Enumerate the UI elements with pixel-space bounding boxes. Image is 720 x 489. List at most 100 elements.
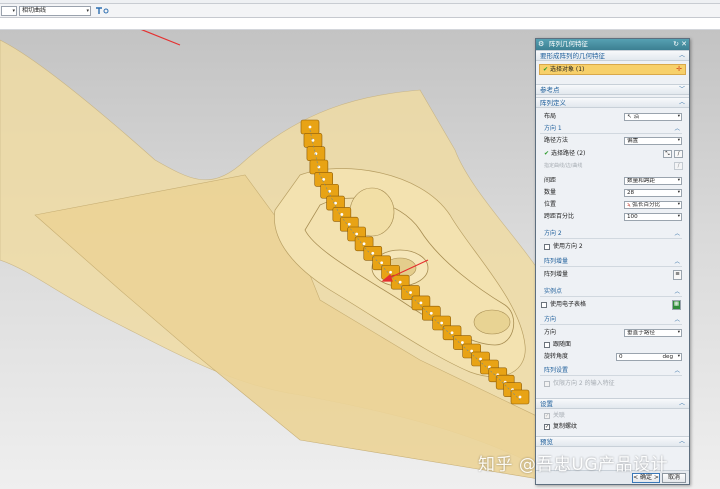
section-preview-header[interactable]: 预览 ︿ — [536, 436, 689, 447]
chevron-up-icon: ︿ — [678, 99, 685, 106]
dialog-titlebar[interactable]: ⚙ 阵列几何特征 ↻ ✕ — [536, 39, 689, 50]
instance-points-header[interactable]: 实例点 ︿ — [540, 287, 682, 297]
copy-threads-row[interactable]: ✓ 复制螺纹 — [544, 422, 682, 432]
layout-dropdown[interactable]: ↖ 沿 ▾ — [624, 113, 682, 121]
chevron-down-icon: ▾ — [12, 8, 15, 14]
pattern-increment-header[interactable]: 阵列增量 ︿ — [540, 257, 682, 267]
curve-select-icon[interactable]: ∕ — [674, 162, 683, 170]
follow-face-label: 跟随面 — [553, 341, 572, 348]
count-row: 数量 28 ▾ — [544, 188, 682, 198]
only-dir2-label: 仅限方向 2 的输入特征 — [553, 380, 615, 387]
instance-point — [440, 321, 444, 325]
pattern-increment-title: 阵列增量 — [544, 258, 569, 265]
instance-point — [398, 280, 402, 284]
span-percent-value: 100 — [627, 214, 638, 220]
position-label: 位置 — [544, 201, 557, 208]
stop-at-intersection-icon[interactable] — [94, 6, 112, 16]
position-row: 位置 ϡ 弧长百分比 ▾ — [544, 200, 682, 210]
gear-icon[interactable]: ⚙ — [538, 39, 544, 50]
chevron-down-icon: ▾ — [677, 138, 680, 143]
select-curve-label: 指定曲线/边/曲线 — [544, 163, 583, 169]
chevron-down-icon: ▾ — [677, 354, 680, 359]
select-object-row[interactable]: ✔ 选择对象 (1) ✛ — [539, 64, 686, 75]
use-direction2-row[interactable]: 使用方向 2 — [544, 242, 682, 252]
spacing-label: 间距 — [544, 177, 557, 184]
orientation-title: 方向 — [544, 316, 557, 323]
count-field[interactable]: 28 ▾ — [624, 189, 682, 197]
associative-label: 关联 — [553, 412, 566, 419]
instance-point — [308, 125, 312, 129]
chevron-up-icon: ︿ — [674, 126, 680, 132]
chevron-down-icon: ▾ — [677, 214, 680, 219]
copy-threads-checkbox[interactable]: ✓ — [544, 424, 550, 430]
follow-face-row[interactable]: 跟随面 — [544, 340, 682, 350]
curve-icon[interactable]: ∕ — [674, 150, 683, 158]
settings-title: 设置 — [540, 400, 553, 408]
direction2-header[interactable]: 方向 2 ︿ — [540, 229, 682, 239]
spreadsheet-icon[interactable]: ▦ — [672, 300, 681, 310]
orientation-dropdown[interactable]: 垂直于路径 ▾ — [624, 329, 682, 337]
position-value: 弧长百分比 — [632, 202, 661, 208]
instance-point — [362, 242, 366, 246]
instance-point — [518, 395, 522, 399]
span-percent-label: 跨距百分比 — [544, 213, 575, 220]
count-label: 数量 — [544, 189, 557, 196]
chevron-up-icon: ︿ — [674, 317, 680, 323]
rotation-field[interactable]: 0 deg ▾ — [616, 353, 682, 361]
check-icon: ✔ — [544, 150, 550, 157]
section-settings-header[interactable]: 设置 ︿ — [536, 398, 689, 409]
select-path-row[interactable]: ✔ 选择路径 (2) ⤡ ∕ — [544, 149, 683, 159]
instance-point — [409, 291, 412, 294]
chevron-up-icon: ︿ — [674, 368, 680, 374]
section-geometry-header[interactable]: 要形成阵列的几何特征 ︿ — [536, 50, 689, 61]
only-dir2-checkbox[interactable] — [544, 381, 550, 387]
rotation-unit: deg — [662, 354, 673, 360]
check-icon: ✔ — [543, 66, 549, 73]
pattern-settings-header[interactable]: 阵列设置 ︿ — [540, 366, 682, 376]
instance-point — [347, 222, 351, 226]
select-curve-row[interactable]: 指定曲线/边/曲线 ∕ — [544, 161, 683, 171]
use-direction2-label: 使用方向 2 — [553, 243, 583, 250]
associative-row[interactable]: ✓ 关联 — [544, 411, 682, 421]
increment-table-icon[interactable]: ≡ — [673, 270, 682, 280]
section-array-definition-header[interactable]: 阵列定义 ︿ — [536, 97, 689, 108]
type-filter-combo[interactable]: ▾ — [1, 6, 17, 16]
only-dir2-row[interactable]: 仅限方向 2 的输入特征 — [544, 379, 682, 389]
position-dropdown[interactable]: ϡ 弧长百分比 ▾ — [624, 201, 682, 209]
copy-threads-label: 复制螺纹 — [553, 423, 578, 430]
spacing-dropdown[interactable]: 数量和跨距 ▾ — [624, 177, 682, 185]
use-spreadsheet-checkbox[interactable] — [541, 302, 547, 308]
curve-rule-value: 相切曲线 — [22, 7, 47, 14]
span-percent-field[interactable]: 100 ▾ — [624, 213, 682, 221]
path-method-value: 偏置 — [627, 138, 639, 144]
use-direction2-checkbox[interactable] — [544, 244, 550, 250]
follow-face-checkbox[interactable] — [544, 342, 550, 348]
crosshair-icon[interactable]: ✛ — [676, 65, 682, 74]
close-icon[interactable]: ✕ — [681, 39, 687, 50]
direction1-header[interactable]: 方向 1 ︿ — [540, 124, 682, 134]
chevron-down-icon: ▾ — [677, 330, 680, 335]
array-definition-title: 阵列定义 — [540, 99, 566, 107]
chevron-down-icon: ▾ — [677, 178, 680, 183]
chevron-down-icon: ▾ — [86, 8, 89, 14]
instance-point — [334, 201, 337, 205]
pattern-increment-row: 阵列增量 ≡ — [544, 270, 682, 280]
pattern-geometry-dialog: ⚙ 阵列几何特征 ↻ ✕ 要形成阵列的几何特征 ︿ ✔ 选择对象 (1) ✛ 参… — [535, 38, 690, 485]
curve-rule-combo[interactable]: 相切曲线 ▾ — [19, 6, 91, 16]
spacing-value: 数量和跨距 — [627, 178, 655, 184]
reset-icon[interactable]: ↻ — [673, 39, 679, 50]
associative-checkbox[interactable]: ✓ — [544, 413, 550, 419]
instance-point — [355, 232, 359, 236]
path-method-label: 路径方法 — [544, 137, 569, 144]
orientation-row: 方向 垂直于路径 ▾ — [544, 328, 682, 338]
selection-bar: ▾ 相切曲线 ▾ — [0, 4, 720, 18]
section-reference-point-header[interactable]: 参考点 ﹀ — [536, 84, 689, 95]
orientation-header[interactable]: 方向 ︿ — [540, 315, 682, 325]
chevron-up-icon: ︿ — [678, 400, 685, 407]
path-method-dropdown[interactable]: 偏置 ▾ — [624, 137, 682, 145]
swap-direction-icon[interactable]: ⤡ — [663, 150, 672, 158]
pattern-increment-label: 阵列增量 — [544, 271, 569, 278]
dialog-title: 阵列几何特征 — [549, 40, 588, 48]
use-spreadsheet-row[interactable]: 使用电子表格 ▦ — [541, 300, 682, 310]
chevron-down-icon: ﹀ — [678, 86, 685, 93]
